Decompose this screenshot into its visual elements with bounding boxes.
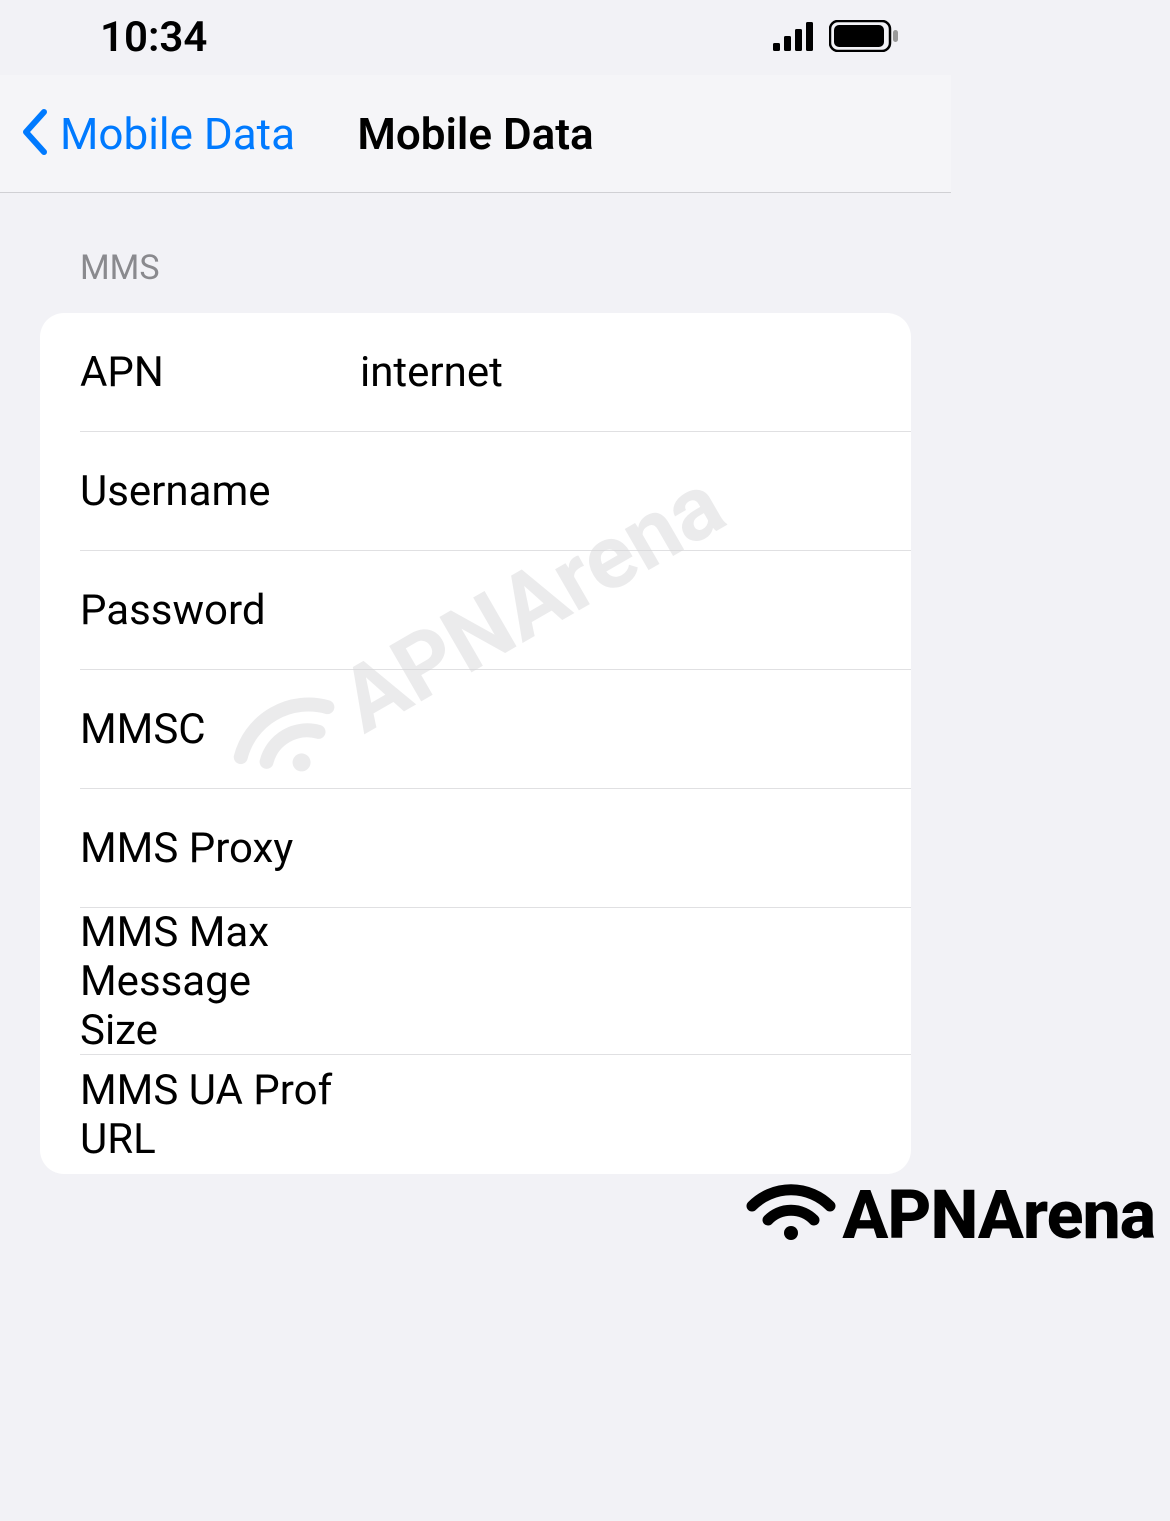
- watermark-bottom: APNArena: [746, 1171, 1155, 1258]
- nav-bar: Mobile Data Mobile Data: [0, 75, 951, 193]
- row-mms-max-message-size[interactable]: MMS Max Message Size: [40, 908, 911, 1055]
- status-icons: [773, 20, 901, 56]
- mms-proxy-input[interactable]: [360, 824, 911, 873]
- row-label: MMS UA Prof URL: [80, 1066, 336, 1164]
- mms-max-size-input[interactable]: [336, 957, 911, 1006]
- watermark-text: APNArena: [842, 1175, 1155, 1255]
- chevron-left-icon: [20, 108, 50, 160]
- back-label: Mobile Data: [60, 108, 295, 160]
- row-mms-ua-prof-url[interactable]: MMS UA Prof URL: [40, 1055, 911, 1174]
- status-bar: 10:34: [0, 0, 951, 75]
- mms-ua-prof-input[interactable]: [336, 1090, 911, 1139]
- row-label: Password: [80, 586, 360, 635]
- mmsc-input[interactable]: [360, 705, 911, 754]
- row-label: MMS Max Message Size: [80, 908, 336, 1055]
- settings-group-mms: APN Username Password MMSC: [40, 313, 911, 1174]
- section-header-mms: MMS: [40, 248, 911, 313]
- username-input[interactable]: [360, 467, 911, 516]
- row-username[interactable]: Username: [40, 432, 911, 551]
- status-time: 10:34: [100, 13, 207, 62]
- row-password[interactable]: Password: [40, 551, 911, 670]
- row-apn[interactable]: APN: [40, 313, 911, 432]
- back-button[interactable]: Mobile Data: [20, 108, 295, 160]
- wifi-icon: [746, 1171, 836, 1258]
- row-label: MMS Proxy: [80, 824, 360, 873]
- password-input[interactable]: [360, 586, 911, 635]
- signal-icon: [773, 21, 817, 55]
- apn-input[interactable]: [360, 348, 911, 397]
- battery-icon: [829, 20, 901, 56]
- row-mmsc[interactable]: MMSC: [40, 670, 911, 789]
- row-mms-proxy[interactable]: MMS Proxy: [40, 789, 911, 908]
- row-label: MMSC: [80, 705, 360, 754]
- page-title: Mobile Data: [357, 108, 593, 160]
- row-label: Username: [80, 467, 360, 516]
- row-label: APN: [80, 348, 360, 397]
